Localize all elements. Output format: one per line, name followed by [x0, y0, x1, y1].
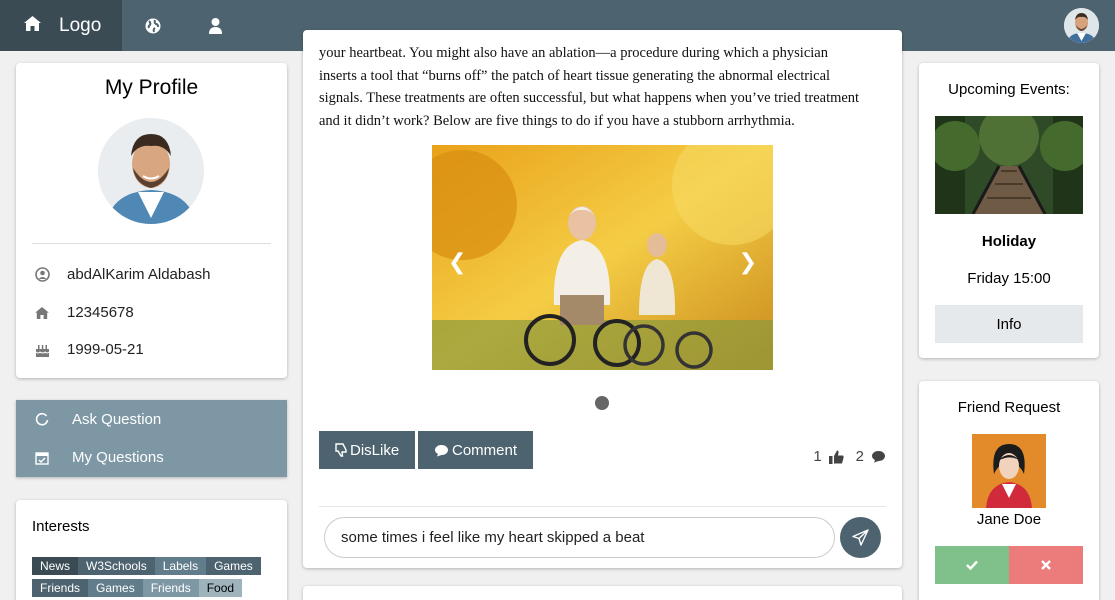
logo-label: Logo [59, 14, 102, 36]
profile-title: My Profile [104, 76, 199, 99]
profile-divider [32, 243, 271, 244]
friend-name: Jane Doe [976, 511, 1042, 528]
home-icon [34, 306, 50, 319]
my-questions-label: My Questions [72, 449, 164, 467]
comment-button[interactable]: Comment [418, 431, 534, 469]
post-text-line: signals. These treatments are often succ… [319, 90, 860, 106]
comment-count: 2 [855, 448, 864, 465]
post-counts: 1 2 [813, 448, 886, 465]
birthday-cake-icon [34, 343, 50, 357]
carousel-next-arrow[interactable]: ❯ [739, 249, 757, 275]
event-image [935, 116, 1083, 214]
user-nav-button[interactable] [184, 0, 246, 51]
post-text-line: inserts a tool that “burns off” the patc… [319, 67, 831, 84]
profile-birthday: 1999-05-21 [67, 341, 144, 358]
carousel-prev-arrow[interactable]: ❮ [448, 249, 466, 275]
interests-title: Interests [32, 518, 90, 535]
decline-friend-button[interactable] [1009, 546, 1083, 584]
friend-request-title: Friend Request [957, 399, 1061, 416]
home-icon [24, 15, 41, 37]
event-name: Holiday [981, 233, 1037, 250]
post-divider [319, 506, 886, 507]
like-count: 1 [813, 448, 822, 465]
user-icon [208, 17, 222, 34]
profile-name: abdAlKarim Aldabash [67, 266, 211, 283]
user-avatar[interactable] [1064, 8, 1099, 43]
comment-input[interactable] [324, 517, 835, 558]
next-post-card [303, 586, 902, 600]
interest-tag[interactable]: Food [198, 579, 243, 597]
interest-tag[interactable]: Labels [154, 557, 207, 575]
dislike-button[interactable]: DisLike [319, 431, 416, 469]
comment-icon [872, 451, 885, 463]
event-info-button[interactable]: Info [935, 305, 1083, 343]
check-icon [966, 560, 978, 570]
send-comment-button[interactable] [840, 517, 881, 558]
accept-friend-button[interactable] [935, 546, 1009, 584]
comment-icon [435, 444, 448, 456]
paper-plane-icon [852, 529, 869, 546]
carousel-dot[interactable] [595, 396, 609, 410]
logo-home-button[interactable]: Logo [0, 0, 122, 51]
thumbs-up-icon [828, 450, 844, 464]
interest-tag[interactable]: Friends [32, 579, 89, 597]
interest-tag[interactable]: Friends [142, 579, 199, 597]
interests-card: Interests News W3Schools Labels Games Fr… [16, 500, 287, 600]
ask-question-button[interactable]: Ask Question [16, 400, 287, 439]
profile-birthday-row: 1999-05-21 [34, 341, 144, 358]
profile-phone-row: 12345678 [34, 304, 134, 321]
dislike-label: DisLike [350, 441, 400, 459]
thumbs-down-icon [335, 443, 347, 457]
close-icon [1041, 560, 1051, 570]
ask-question-label: Ask Question [72, 410, 162, 428]
interest-tags: News W3Schools Labels Games Friends Game… [32, 557, 272, 600]
interest-tag[interactable]: News [32, 557, 79, 575]
user-circle-icon [34, 267, 50, 282]
post-card: your heartbeat. You might also have an a… [303, 30, 902, 568]
interest-tag[interactable]: Games [206, 557, 261, 575]
upcoming-events-card: Upcoming Events: Holiday Friday 15:00 In… [919, 63, 1099, 358]
events-title: Upcoming Events: [948, 81, 1070, 98]
side-menu: Ask Question My Questions [16, 400, 287, 477]
interest-tag[interactable]: Games [88, 579, 143, 597]
my-questions-button[interactable]: My Questions [16, 439, 287, 478]
event-time: Friday 15:00 [967, 270, 1051, 287]
post-text: your heartbeat. You might also have an a… [319, 42, 884, 132]
profile-phone: 12345678 [67, 304, 134, 321]
profile-card: My Profile abdAlKarim Aldabash 12345678 … [16, 63, 287, 378]
globe-icon [145, 18, 161, 33]
post-text-line: your heartbeat. You might also have an a… [319, 45, 828, 61]
calendar-check-icon [34, 451, 50, 465]
comment-label: Comment [452, 441, 518, 459]
interest-tag[interactable]: W3Schools [78, 557, 155, 575]
profile-name-row: abdAlKarim Aldabash [34, 266, 210, 283]
refresh-icon [34, 412, 50, 426]
couple-cycling-photo [432, 145, 773, 370]
globe-nav-button[interactable] [122, 0, 184, 51]
profile-avatar [98, 118, 204, 224]
post-image-carousel: ❮ ❯ [432, 145, 773, 370]
friend-request-card: Friend Request Jane Doe [919, 381, 1099, 600]
friend-avatar [972, 434, 1046, 508]
post-text-line: and it didn’t work? Below are five thing… [319, 112, 795, 129]
